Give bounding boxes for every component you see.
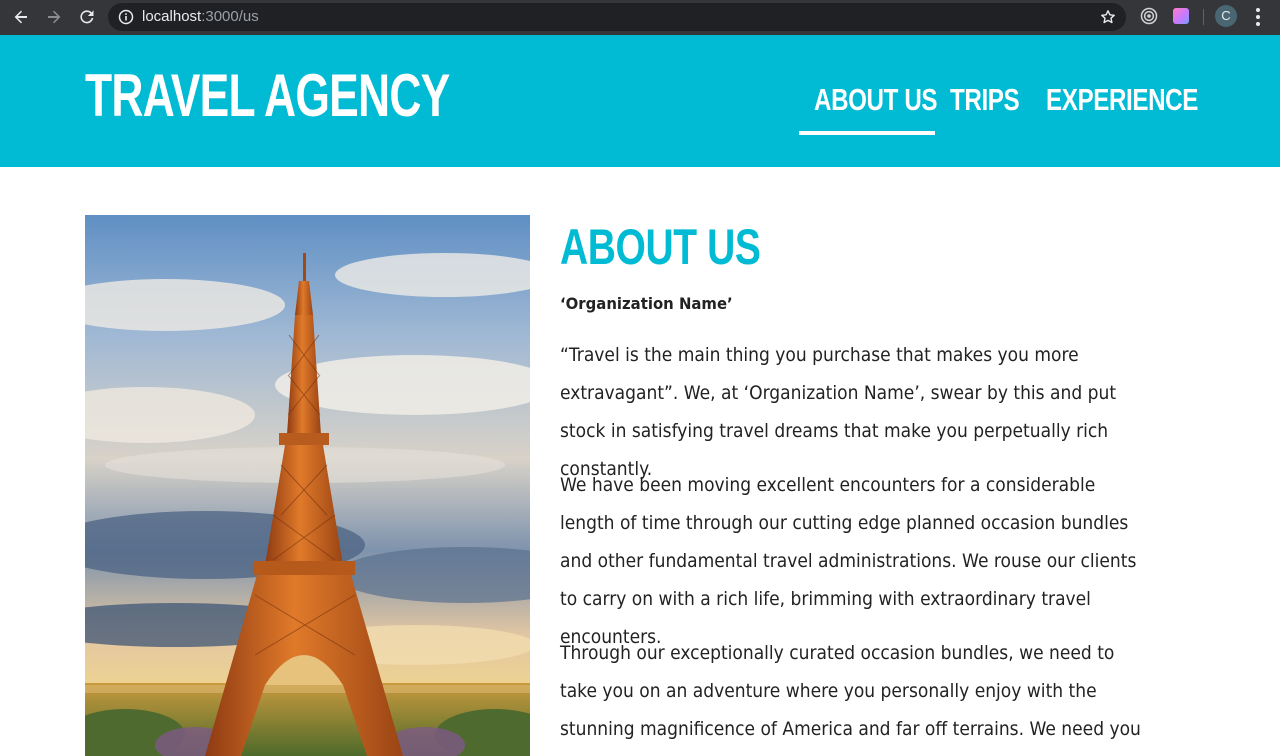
profile-avatar[interactable]: C <box>1215 5 1237 27</box>
browser-toolbar: localhost:3000/us C <box>0 0 1280 35</box>
site-header: Travel Agency About Us Trips Experience <box>0 35 1280 167</box>
kebab-menu-icon[interactable] <box>1249 6 1267 28</box>
extension-gradient-icon[interactable] <box>1173 8 1189 24</box>
about-paragraph-3: Through our exceptionally curated occasi… <box>560 642 1141 740</box>
brand-logo-text[interactable]: Travel Agency <box>85 65 450 127</box>
info-icon[interactable] <box>118 9 134 25</box>
url-path: :3000/us <box>201 8 259 25</box>
bookmark-star-icon[interactable] <box>1100 9 1116 25</box>
about-paragraph-2: We have been moving excellent encounters… <box>560 474 1137 648</box>
eiffel-tower-photo <box>85 215 530 756</box>
nav-experience[interactable]: Experience <box>1046 84 1198 115</box>
url-host: localhost <box>142 8 202 25</box>
reload-icon[interactable] <box>75 5 99 29</box>
nav-about-us[interactable]: About Us <box>814 84 938 115</box>
back-arrow-icon[interactable] <box>9 5 33 29</box>
forward-arrow-icon[interactable] <box>42 5 66 29</box>
page-title: About Us <box>560 219 761 275</box>
organization-name: ‘Organization Name’ <box>560 294 733 313</box>
active-nav-underline <box>799 131 935 135</box>
address-bar[interactable]: localhost:3000/us <box>108 3 1126 31</box>
nav-trips[interactable]: Trips <box>950 84 1020 115</box>
extension-icon[interactable] <box>1140 7 1158 25</box>
toolbar-divider <box>1203 9 1204 25</box>
address-url[interactable]: localhost:3000/us <box>142 8 259 26</box>
